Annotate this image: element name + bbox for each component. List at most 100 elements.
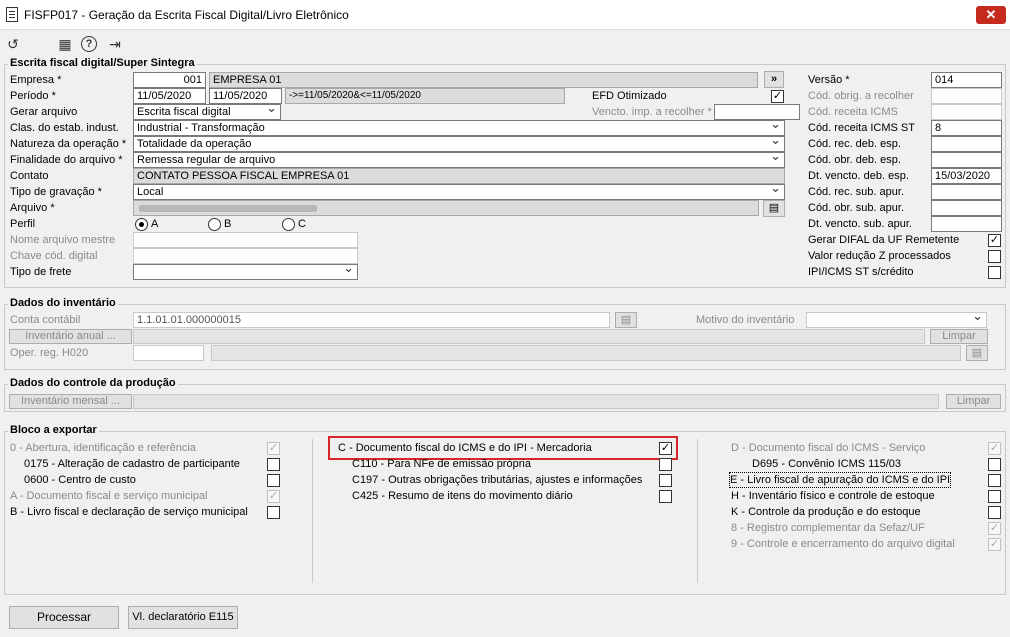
bloco-0175-checkbox[interactable] (267, 458, 280, 471)
bloco-a-label: A - Documento fiscal e serviço municipal (10, 490, 208, 502)
bloco-k-label: K - Controle da produção e do estoque (731, 506, 921, 518)
cod-rec-sub-input[interactable] (931, 184, 1002, 200)
bloco-h-checkbox[interactable] (988, 490, 1001, 503)
vencto-label: Vencto. imp. a recolher * (592, 106, 712, 118)
inventario-anual-button[interactable]: Inventário anual ... (9, 329, 132, 344)
arquivo-label: Arquivo * (10, 202, 55, 214)
cod-rec-icms-input[interactable] (931, 104, 1002, 120)
efd-group-title: Escrita fiscal digital/Super Sintegra (8, 57, 197, 70)
bloco-b-checkbox[interactable] (267, 506, 280, 519)
bloco-d695-checkbox[interactable] (988, 458, 1001, 471)
close-button[interactable]: ✕ (976, 6, 1006, 24)
help-icon[interactable]: ? (81, 36, 97, 52)
contato-field: CONTATO PESSOA FISCAL EMPRESA 01 (133, 168, 785, 184)
bloco-a-checkbox[interactable]: ✓ (267, 490, 280, 503)
nome-mestre-input[interactable] (133, 232, 358, 248)
ipi-icms-checkbox[interactable] (988, 266, 1001, 279)
calendar-icon[interactable]: ▦ (54, 34, 76, 54)
conta-lookup-button[interactable]: ▤ (615, 312, 637, 328)
dt-vencto-sub-input[interactable] (931, 216, 1002, 232)
vl-declaratorio-button[interactable]: Vl. declaratório E115 (128, 606, 238, 629)
cod-obrig-input[interactable] (931, 88, 1002, 104)
dt-vencto-label: Dt. vencto. deb. esp. (808, 170, 909, 182)
empresa-name-field: EMPRESA 01 (209, 72, 758, 88)
cod-rec-icms-label: Cód. receita ICMS (808, 106, 898, 118)
versao-input[interactable]: 014 (931, 72, 1002, 88)
oper-reg-input[interactable] (133, 345, 204, 361)
empresa-code-input[interactable]: 001 (133, 72, 206, 88)
dt-vencto-input[interactable]: 15/03/2020 (931, 168, 1002, 184)
empresa-lookup-button[interactable]: » (764, 71, 784, 88)
cod-obr-sub-input[interactable] (931, 200, 1002, 216)
cod-obr-deb-input[interactable] (931, 152, 1002, 168)
chave-label: Chave cód. digital (10, 250, 98, 262)
perfil-a-radio[interactable] (135, 218, 148, 231)
inventario-mensal-button[interactable]: Inventário mensal ... (9, 394, 132, 409)
bloco-c110-checkbox[interactable] (659, 458, 672, 471)
valor-z-checkbox[interactable] (988, 250, 1001, 263)
oper-reg-field (211, 345, 961, 361)
nome-mestre-label: Nome arquivo mestre (10, 234, 116, 246)
bloco-c110-label: C110 - Para NFe de emissão própria (352, 458, 531, 470)
bloco-8-checkbox[interactable]: ✓ (988, 522, 1001, 535)
bloco-c197-checkbox[interactable] (659, 474, 672, 487)
bloco-0-checkbox[interactable]: ✓ (267, 442, 280, 455)
producao-limpar-button[interactable]: Limpar (946, 394, 1001, 409)
bloco-c-checkbox[interactable]: ✓ (659, 442, 672, 455)
bloco-divider-2 (697, 439, 698, 583)
inventario-limpar-button[interactable]: Limpar (930, 329, 988, 344)
finalidade-select[interactable]: Remessa regular de arquivo (133, 152, 785, 168)
bloco-d-checkbox[interactable]: ✓ (988, 442, 1001, 455)
arquivo-browse-button[interactable]: ▤ (763, 200, 785, 217)
tipo-gravacao-select[interactable]: Local (133, 184, 785, 200)
exit-icon[interactable]: ⇥ (104, 34, 126, 54)
bloco-c197-label: C197 - Outras obrigações tributárias, aj… (352, 474, 643, 486)
oper-reg-lookup-button[interactable]: ▤ (966, 345, 988, 361)
difal-checkbox[interactable]: ✓ (988, 234, 1001, 247)
periodo-inicio-input[interactable]: 11/05/2020 (133, 88, 206, 104)
bloco-h-label: H - Inventário físico e controle de esto… (731, 490, 935, 502)
gerar-arquivo-label: Gerar arquivo (10, 106, 78, 118)
efd-otimizado-checkbox[interactable]: ✓ (771, 90, 784, 103)
refresh-icon[interactable]: ↺ (2, 34, 24, 54)
bloco-e-checkbox[interactable] (988, 474, 1001, 487)
processar-button[interactable]: Processar (9, 606, 119, 629)
bloco-8-label: 8 - Registro complementar da Sefaz/UF (731, 522, 925, 534)
clas-estab-select[interactable]: Industrial - Transformação (133, 120, 785, 136)
perfil-c-label: C (298, 218, 306, 230)
cod-rec-icms-st-input[interactable]: 8 (931, 120, 1002, 136)
perfil-b-radio[interactable] (208, 218, 221, 231)
bloco-9-checkbox[interactable]: ✓ (988, 538, 1001, 551)
arquivo-field[interactable] (133, 200, 759, 216)
bloco-9-label: 9 - Controle e encerramento do arquivo d… (731, 538, 955, 550)
periodo-fim-input[interactable]: 11/05/2020 (209, 88, 282, 104)
bloco-c-label: C - Documento fiscal do ICMS e do IPI - … (338, 442, 592, 454)
perfil-a-label: A (151, 218, 159, 230)
bloco-0600-checkbox[interactable] (267, 474, 280, 487)
frete-label: Tipo de frete (10, 266, 72, 278)
motivo-label: Motivo do inventário (696, 314, 795, 326)
natureza-select[interactable]: Totalidade da operação (133, 136, 785, 152)
cod-rec-sub-label: Cód. rec. sub. apur. (808, 186, 904, 198)
gerar-arquivo-select[interactable]: Escrita fiscal digital (133, 104, 281, 120)
bloco-d-label: D - Documento fiscal do ICMS - Serviço (731, 442, 926, 454)
valor-z-label: Valor redução Z processados (808, 250, 951, 262)
motivo-select[interactable] (806, 312, 987, 328)
inventario-mensal-field (133, 394, 939, 409)
inventario-group-title: Dados do inventário (8, 297, 118, 310)
arquivo-redacted-path (139, 205, 317, 212)
frete-select[interactable] (133, 264, 358, 280)
bloco-c425-label: C425 - Resumo de itens do movimento diár… (352, 490, 573, 502)
perfil-c-radio[interactable] (282, 218, 295, 231)
cod-rec-deb-input[interactable] (931, 136, 1002, 152)
periodo-label: Período * (10, 90, 56, 102)
bloco-c425-checkbox[interactable] (659, 490, 672, 503)
conta-contabil-label: Conta contábil (10, 314, 81, 326)
cod-obrig-label: Cód. obrig. a recolher (808, 90, 914, 102)
conta-contabil-input[interactable]: 1.1.01.01.000000015 (133, 312, 610, 328)
bloco-0600-label: 0600 - Centro de custo (24, 474, 136, 486)
chave-input[interactable] (133, 248, 358, 264)
bloco-k-checkbox[interactable] (988, 506, 1001, 519)
finalidade-label: Finalidade do arquivo * (10, 154, 123, 166)
vencto-input[interactable] (714, 104, 800, 120)
